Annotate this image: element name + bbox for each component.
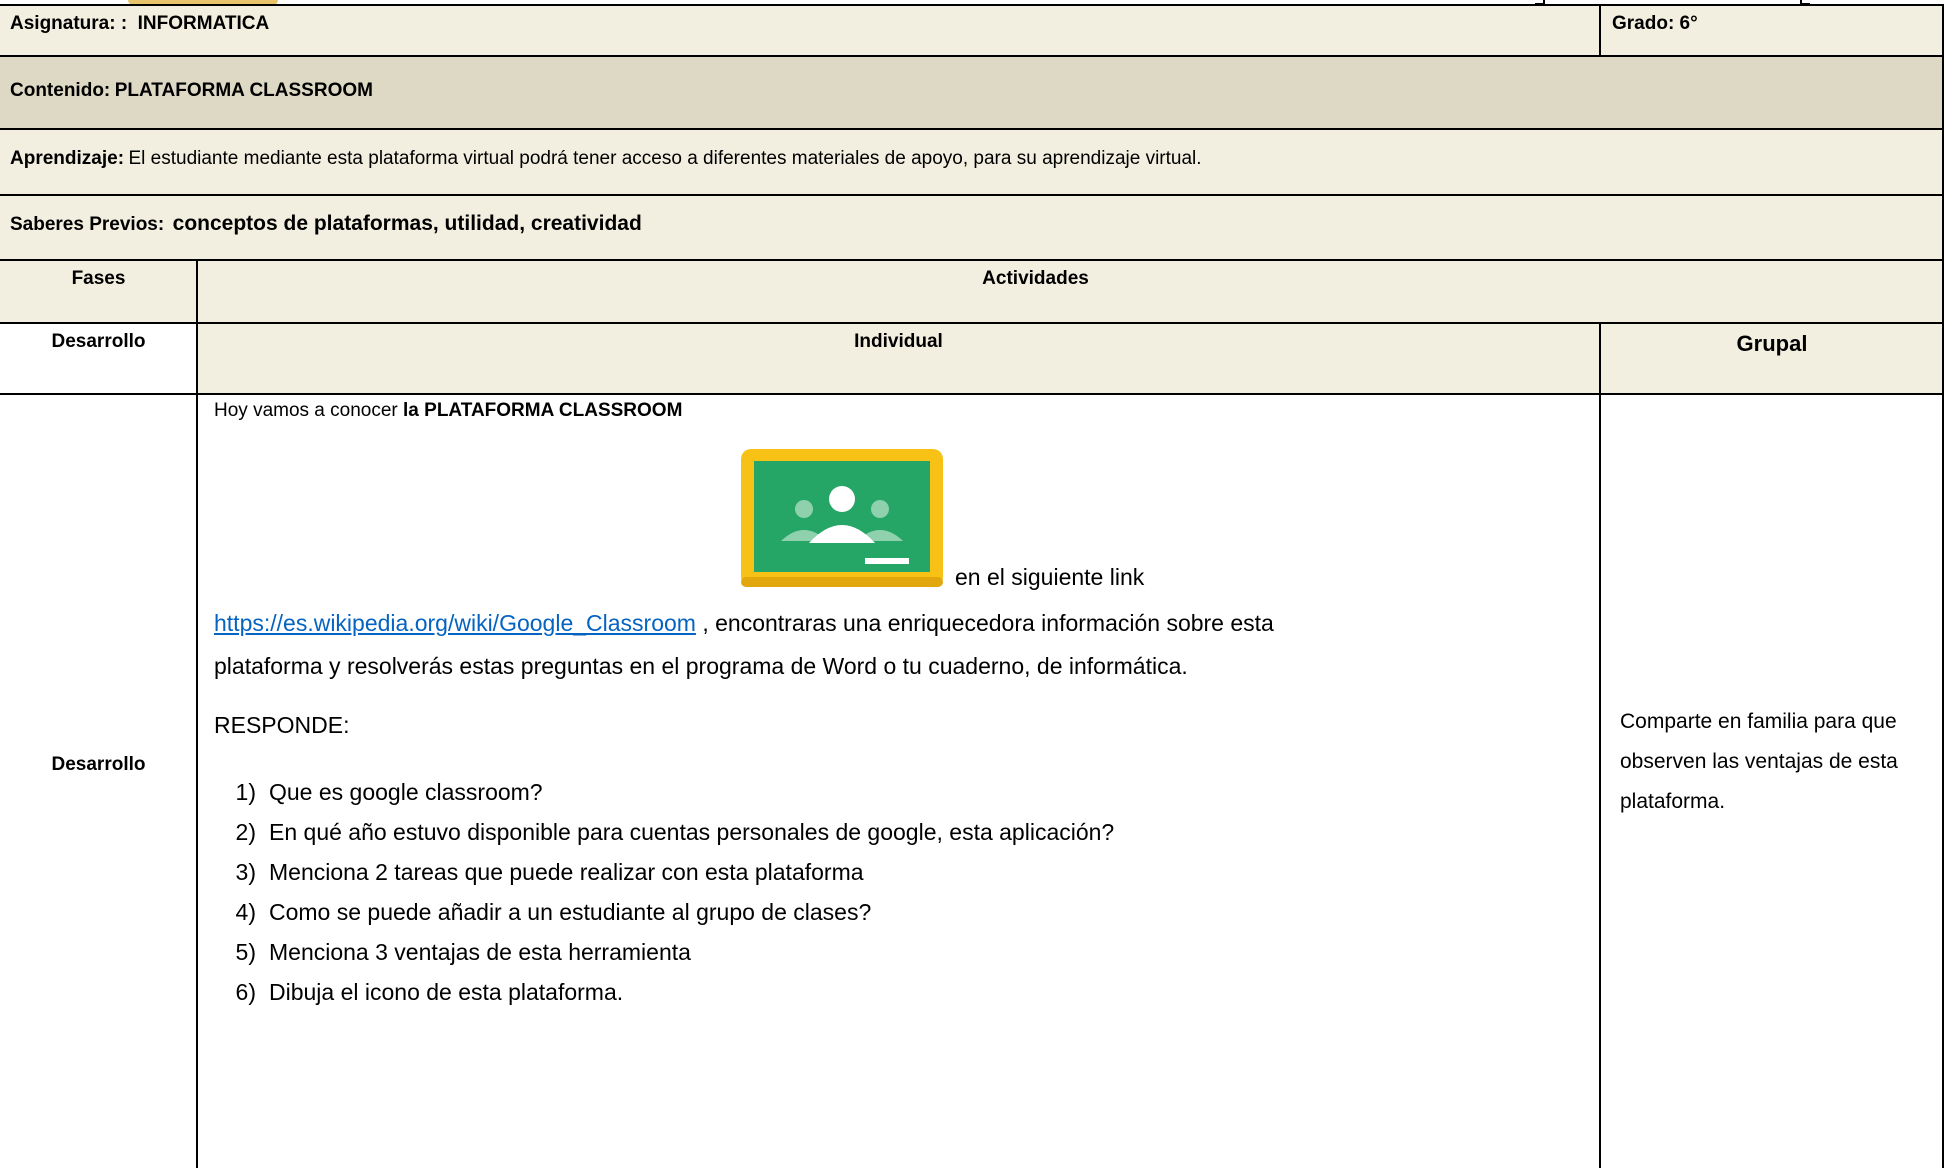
border-line (0, 55, 1944, 57)
row-label-cell: Desarrollo (0, 394, 197, 1168)
grupal-text: Comparte en familia para que observen la… (1620, 710, 1898, 813)
question-item: 5) Menciona 3 ventajas de esta herramient… (235, 939, 691, 965)
saberes-label: Saberes Previos: (10, 214, 165, 235)
grupal-header-cell: Grupal (1600, 323, 1944, 394)
aprendizaje-label: Aprendizaje: (10, 148, 125, 169)
line3: plataforma y resolverás estas preguntas … (214, 653, 1188, 679)
border-line (0, 393, 1944, 395)
question-item: 3) Menciona 2 tareas que puede realizar c… (235, 859, 864, 885)
border-line (0, 322, 1944, 324)
intro-line: Hoy vamos a conocer la PLATAFORMA CLASSR… (214, 400, 682, 422)
aprendizaje-cell: Aprendizaje: El estudiante mediante esta… (0, 129, 1944, 195)
individual-header: Individual (854, 331, 943, 352)
question-item: 4) Como se puede añadir a un estudiante a… (235, 899, 872, 925)
fases-header-cell: Fases (0, 260, 197, 323)
question-item: 2) En qué año estuvo disponible para cuen… (235, 819, 1115, 845)
border-line (0, 259, 1944, 261)
contenido-value: PLATAFORMA CLASSROOM (114, 80, 373, 101)
saberes-cell: Saberes Previos: conceptos de plataforma… (0, 195, 1944, 260)
wikipedia-link[interactable]: https://es.wikipedia.org/wiki/Google_Cla… (214, 610, 696, 636)
individual-content-cell: Hoy vamos a conocer la PLATAFORMA CLASSR… (197, 394, 1600, 1168)
question-item: 1) Que es google classroom? (235, 779, 543, 805)
intro-prefix: Hoy vamos a conocer (214, 400, 398, 421)
asignatura-label: Asignatura: : (10, 13, 128, 34)
after-icon-text: en el siguiente link (955, 564, 1145, 590)
link-suffix: , encontraras una enriquecedora informac… (702, 610, 1274, 636)
border-line (0, 128, 1944, 130)
contenido-cell: Contenido: PLATAFORMA CLASSROOM (0, 56, 1944, 129)
intro-bold: la PLATAFORMA CLASSROOM (403, 400, 683, 421)
link-line: https://es.wikipedia.org/wiki/Google_Cla… (214, 602, 1274, 645)
desarrollo-header-cell: Desarrollo (0, 323, 197, 394)
grupal-content-cell: Comparte en familia para que observen la… (1600, 394, 1944, 1168)
contenido-label: Contenido: (10, 80, 111, 101)
asignatura-value: INFORMATICA (137, 13, 270, 34)
saberes-value: conceptos de plataformas, utilidad, crea… (172, 212, 642, 235)
border-line (196, 259, 198, 1168)
actividades-header-cell: Actividades (197, 260, 1944, 323)
classroom-logo-icon (741, 449, 943, 587)
row-label: Desarrollo (51, 754, 146, 775)
question-item: 6) Dibuja el icono de esta plataforma. (235, 979, 624, 1005)
questions-list: 1) Que es google classroom? 2) En qué año … (214, 772, 1115, 1012)
fases-header: Fases (71, 268, 126, 289)
border-line (0, 4, 1944, 6)
aprendizaje-value: El estudiante mediante esta plataforma v… (128, 148, 1202, 169)
border-line (0, 194, 1944, 196)
grado-cell: Grado: 6° (1600, 5, 1944, 56)
desarrollo-header: Desarrollo (51, 331, 146, 352)
grado-label: Grado: 6° (1612, 13, 1698, 34)
border-line (1599, 322, 1601, 1168)
individual-header-cell: Individual (197, 323, 1600, 394)
actividades-header: Actividades (982, 268, 1089, 289)
asignatura-cell: Asignatura: : INFORMATICA (0, 5, 1600, 56)
responde-label: RESPONDE: (214, 712, 350, 738)
border-line (1599, 4, 1601, 56)
grupal-header: Grupal (1736, 331, 1808, 356)
